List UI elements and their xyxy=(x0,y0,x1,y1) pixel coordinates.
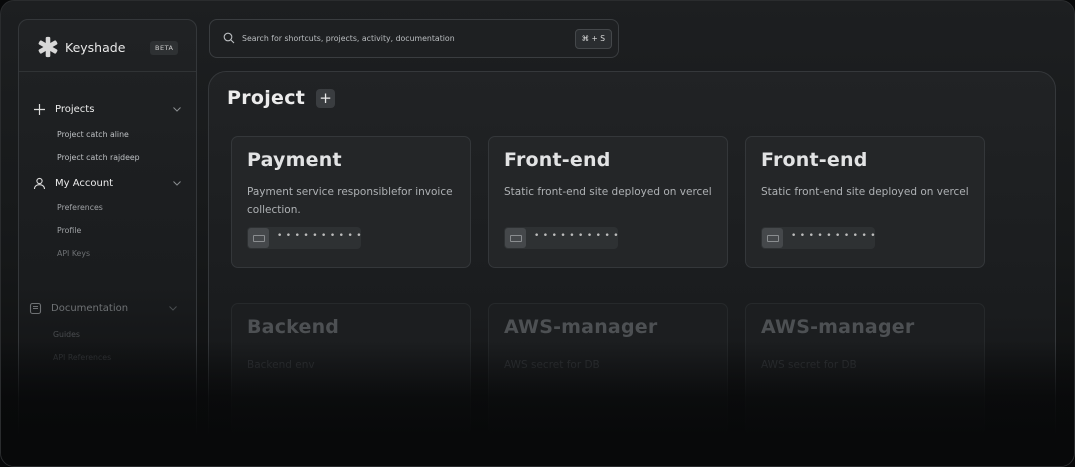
app-window: Keyshade BETA Projects Project catch ali… xyxy=(0,0,1075,467)
project-description: Backend env xyxy=(247,359,315,371)
project-card[interactable]: AWS-manager AWS secret for DB xyxy=(488,303,728,435)
key-icon xyxy=(248,228,269,248)
masked-key: •••••••••• xyxy=(534,231,623,241)
masked-key: •••••••••• xyxy=(277,231,366,241)
project-card[interactable]: Backend Backend env xyxy=(231,303,471,435)
nav-section-label: Documentation xyxy=(51,302,129,314)
sidebar-item-project-catch-aline[interactable]: Project catch aline xyxy=(57,130,129,139)
project-card[interactable]: Front-end Static front-end site deployed… xyxy=(745,136,985,268)
sidebar-item-guides[interactable]: Guides xyxy=(53,330,80,339)
keyshade-logo-icon xyxy=(38,36,58,58)
sidebar-item-project-catch-rajdeep[interactable]: Project catch rajdeep xyxy=(57,153,140,162)
key-icon xyxy=(762,228,783,248)
search-icon xyxy=(223,32,235,44)
projects-panel: Project + Payment Payment service respon… xyxy=(208,71,1056,466)
plus-icon xyxy=(32,102,46,116)
sidebar-item-api-references[interactable]: API References xyxy=(53,353,111,362)
project-title: AWS-manager xyxy=(761,316,915,338)
project-title: Backend xyxy=(247,316,340,338)
page-title: Project xyxy=(227,87,306,109)
sidebar: Keyshade BETA Projects Project catch ali… xyxy=(18,19,197,461)
search-input[interactable]: Search for shortcuts, projects, activity… xyxy=(242,34,455,43)
sidebar-item-api-keys[interactable]: API Keys xyxy=(57,249,90,258)
sidebar-item-profile[interactable]: Profile xyxy=(57,226,81,235)
book-icon xyxy=(28,301,42,315)
project-title: Front-end xyxy=(504,149,611,171)
nav-section-documentation[interactable]: Documentation xyxy=(28,301,178,315)
nav-section-label: My Account xyxy=(55,177,114,189)
api-key-field[interactable]: •••••••••• xyxy=(504,227,619,249)
project-description: Static front-end site deployed on vercel xyxy=(761,186,969,198)
api-key-field[interactable]: •••••••••• xyxy=(761,227,876,249)
sidebar-item-preferences[interactable]: Preferences xyxy=(57,203,103,212)
project-title: Payment xyxy=(247,149,342,171)
chevron-down-icon[interactable] xyxy=(172,178,182,188)
project-description: AWS secret for DB xyxy=(504,359,600,371)
key-icon xyxy=(505,228,526,248)
api-key-field[interactable]: •••••••••• xyxy=(247,227,362,249)
beta-badge: BETA xyxy=(150,41,179,55)
project-card[interactable]: Payment Payment service responsiblefor i… xyxy=(231,136,471,268)
project-card[interactable]: AWS-manager AWS secret for DB xyxy=(745,303,985,435)
user-icon xyxy=(32,176,46,190)
add-project-button[interactable]: + xyxy=(316,89,335,108)
brand-header: Keyshade BETA xyxy=(19,20,196,72)
nav-section-projects[interactable]: Projects xyxy=(32,102,182,116)
project-description: Payment service responsiblefor invoice c… xyxy=(247,186,453,216)
nav-section-label: Projects xyxy=(55,103,95,115)
project-title: AWS-manager xyxy=(504,316,658,338)
nav-section-my-account[interactable]: My Account xyxy=(32,176,182,190)
project-card[interactable]: Front-end Static front-end site deployed… xyxy=(488,136,728,268)
brand-name: Keyshade xyxy=(65,40,126,55)
shortcut-badge: ⌘ + S xyxy=(574,29,612,49)
search-bar[interactable]: Search for shortcuts, projects, activity… xyxy=(209,19,619,58)
chevron-down-icon[interactable] xyxy=(168,303,178,313)
project-title: Front-end xyxy=(761,149,868,171)
project-description: AWS secret for DB xyxy=(761,359,857,371)
masked-key: •••••••••• xyxy=(791,231,880,241)
project-description: Static front-end site deployed on vercel xyxy=(504,186,712,198)
chevron-down-icon[interactable] xyxy=(172,104,182,114)
